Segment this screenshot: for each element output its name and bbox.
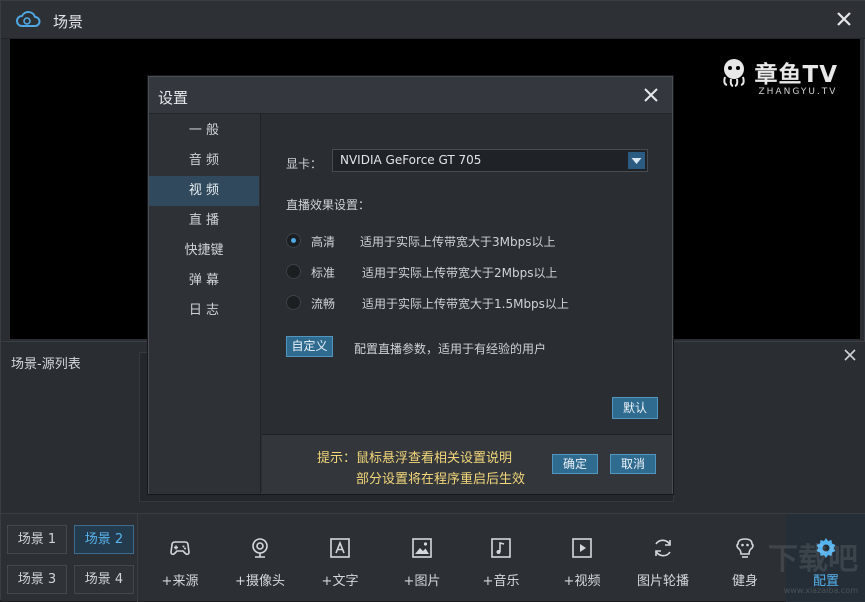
gpu-select-value: NVIDIA GeForce GT 705 xyxy=(340,153,481,167)
app-window: 场景 章鱼TV ZHANGYU.TV 场景-源列表 xyxy=(0,0,865,600)
nav-item-hotkeys[interactable]: 快捷键 xyxy=(149,236,259,266)
ok-button[interactable]: 确定 xyxy=(552,454,598,474)
radio-description: 适用于实际上传带宽大于2Mbps以上 xyxy=(362,264,557,281)
slideshow-icon xyxy=(651,536,675,560)
nav-item-live[interactable]: 直 播 xyxy=(149,206,259,236)
video-settings-panel: 显卡： NVIDIA GeForce GT 705 直播效果设置： 高清 适用于… xyxy=(262,114,672,494)
close-icon[interactable] xyxy=(842,347,858,363)
fitness-icon xyxy=(733,536,757,560)
slideshow-button[interactable]: 图片轮播 xyxy=(623,514,703,602)
add-text-button[interactable]: +文字 xyxy=(300,514,380,602)
quality-option-standard[interactable]: 标准 适用于实际上传带宽大于2Mbps以上 xyxy=(286,262,656,282)
image-icon xyxy=(410,536,434,560)
window-title: 场景 xyxy=(53,11,83,32)
gpu-label: 显卡： xyxy=(286,155,322,172)
dialog-title-bar: 设置 xyxy=(149,77,672,114)
quality-option-hd[interactable]: 高清 适用于实际上传带宽大于3Mbps以上 xyxy=(286,231,656,251)
gpu-select[interactable]: NVIDIA GeForce GT 705 xyxy=(332,149,648,172)
hint-text-line1: 提示：鼠标悬浮查看相关设置说明 xyxy=(317,447,512,466)
quality-option-smooth[interactable]: 流畅 适用于实际上传带宽大于1.5Mbps以上 xyxy=(286,293,656,313)
scene-button-3[interactable]: 场景 3 xyxy=(7,565,67,594)
dialog-title: 设置 xyxy=(158,87,188,108)
radio-description: 适用于实际上传带宽大于1.5Mbps以上 xyxy=(362,295,569,312)
settings-dialog: 设置 一 般 音 频 视 频 直 播 快捷键 弹 幕 日 志 显卡： NVIDI… xyxy=(148,76,673,494)
toolbar-divider xyxy=(137,514,138,602)
add-music-button[interactable]: +音乐 xyxy=(461,514,541,602)
settings-nav: 一 般 音 频 视 频 直 播 快捷键 弹 幕 日 志 xyxy=(149,114,261,494)
radio-description: 适用于实际上传带宽大于3Mbps以上 xyxy=(360,233,555,250)
custom-description: 配置直播参数，适用于有经验的用户 xyxy=(354,340,546,357)
brand-subtitle: ZHANGYU.TV xyxy=(759,87,839,97)
tool-label: +视频 xyxy=(542,570,622,589)
nav-item-log[interactable]: 日 志 xyxy=(149,296,259,326)
music-icon xyxy=(489,536,513,560)
tool-label: +文字 xyxy=(300,570,380,589)
radio-label: 流畅 xyxy=(311,295,335,312)
tool-label: +来源 xyxy=(140,570,220,589)
custom-button[interactable]: 自定义 xyxy=(286,336,333,357)
dialog-footer: 提示：鼠标悬浮查看相关设置说明 部分设置将在程序重启后生效 确定 取消 xyxy=(262,434,672,494)
brand-logo: 章鱼TV ZHANGYU.TV xyxy=(719,55,839,97)
add-source-button[interactable]: +来源 xyxy=(140,514,220,602)
radio-button[interactable] xyxy=(286,264,301,279)
nav-item-danmaku[interactable]: 弹 幕 xyxy=(149,266,259,296)
video-icon xyxy=(570,536,594,560)
nav-item-video[interactable]: 视 频 xyxy=(149,176,259,206)
effect-section-label: 直播效果设置： xyxy=(286,196,370,213)
default-button[interactable]: 默认 xyxy=(612,397,658,419)
hint-text-line2: 部分设置将在程序重启后生效 xyxy=(356,468,525,487)
watermark: 下载吧 xyxy=(768,534,858,578)
cloud-logo-icon xyxy=(15,9,43,31)
tool-label: 图片轮播 xyxy=(623,570,703,589)
close-icon[interactable] xyxy=(642,86,660,104)
cancel-button[interactable]: 取消 xyxy=(610,454,656,474)
add-image-button[interactable]: +图片 xyxy=(382,514,462,602)
radio-label: 高清 xyxy=(311,233,335,250)
chevron-down-icon[interactable] xyxy=(628,152,645,169)
add-video-button[interactable]: +视频 xyxy=(542,514,622,602)
nav-item-audio[interactable]: 音 频 xyxy=(149,146,259,176)
tool-label: +音乐 xyxy=(461,570,541,589)
scene-button-1[interactable]: 场景 1 xyxy=(7,525,67,554)
radio-label: 标准 xyxy=(311,264,335,281)
source-panel-title: 场景-源列表 xyxy=(11,353,81,372)
radio-button[interactable] xyxy=(286,233,301,248)
nav-item-general[interactable]: 一 般 xyxy=(149,116,259,146)
octopus-icon xyxy=(719,57,749,87)
tool-label: +图片 xyxy=(382,570,462,589)
brand-name: 章鱼TV xyxy=(755,55,839,89)
watermark-url: www.xiazaiba.com xyxy=(784,586,858,595)
scene-button-2[interactable]: 场景 2 xyxy=(74,525,134,554)
scene-button-4[interactable]: 场景 4 xyxy=(74,565,134,594)
webcam-icon xyxy=(248,536,272,560)
gamepad-icon xyxy=(168,536,192,560)
add-webcam-button[interactable]: +摄像头 xyxy=(220,514,300,602)
bottom-toolbar: 场景 1 场景 2 场景 3 场景 4 +来源 +摄像头 xyxy=(1,513,865,601)
title-bar: 场景 xyxy=(1,1,865,39)
text-icon xyxy=(328,536,352,560)
tool-label: +摄像头 xyxy=(220,570,300,589)
close-icon[interactable] xyxy=(834,9,854,29)
radio-button[interactable] xyxy=(286,295,301,310)
